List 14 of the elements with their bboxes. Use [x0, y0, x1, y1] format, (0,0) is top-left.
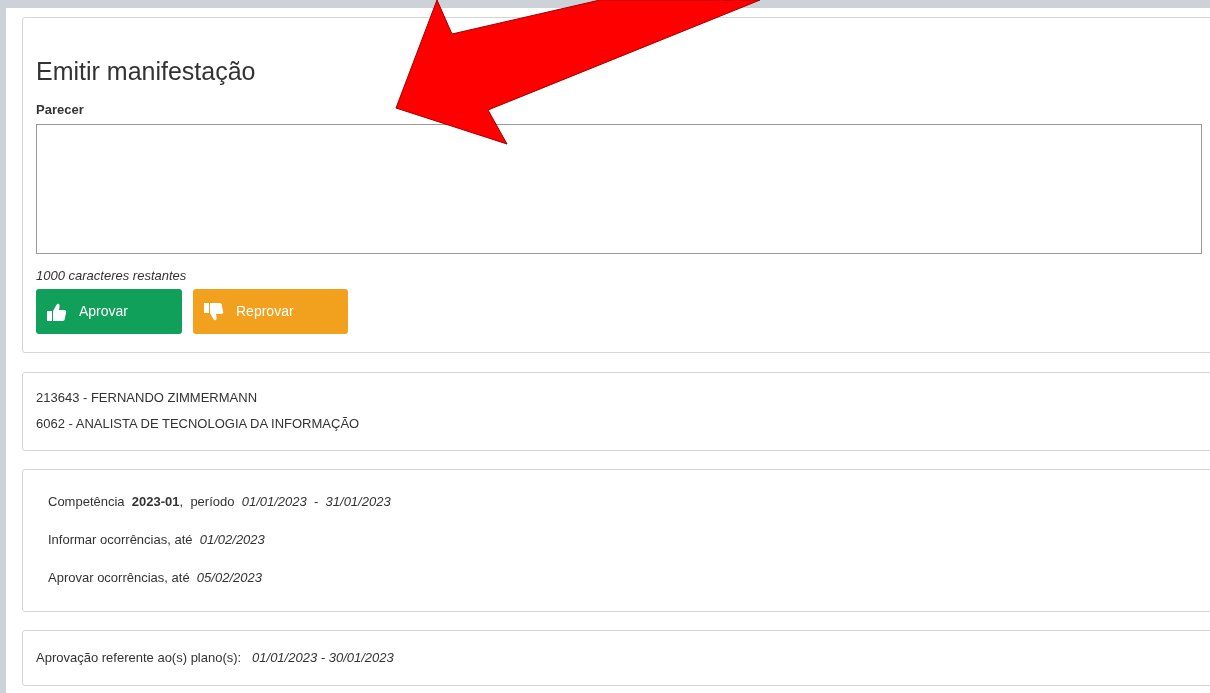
employee-info: 213643 - FERNANDO ZIMMERMANN: [36, 389, 258, 407]
section-title: Emitir manifestação: [36, 56, 256, 86]
period-info: Competência 2023-01, período 01/01/2023 - 31/01/2023: [48, 493, 391, 511]
reject-button[interactable]: Reprovar: [193, 289, 348, 334]
field-label: Parecer: [36, 101, 84, 119]
thumbs-up-icon: [47, 302, 67, 321]
employee-info: 6062 - ANALISTA DE TECNOLOGIA DA INFORMAÇÃO: [36, 415, 360, 433]
period-info: Informar ocorrências, até 01/02/2023: [48, 531, 265, 549]
plans-info: Aprovação referente ao(s) plano(s): 01/01/2023 - 30/01/2023: [36, 649, 394, 668]
approve-button[interactable]: Aprovar: [36, 289, 182, 334]
character-counter: 1000 caracteres restantes: [36, 266, 187, 285]
opinion-textarea[interactable]: [36, 123, 1202, 254]
thumbs-down-icon: [204, 302, 224, 321]
period-info: Aprovar ocorrências, até 05/02/2023: [48, 569, 262, 587]
